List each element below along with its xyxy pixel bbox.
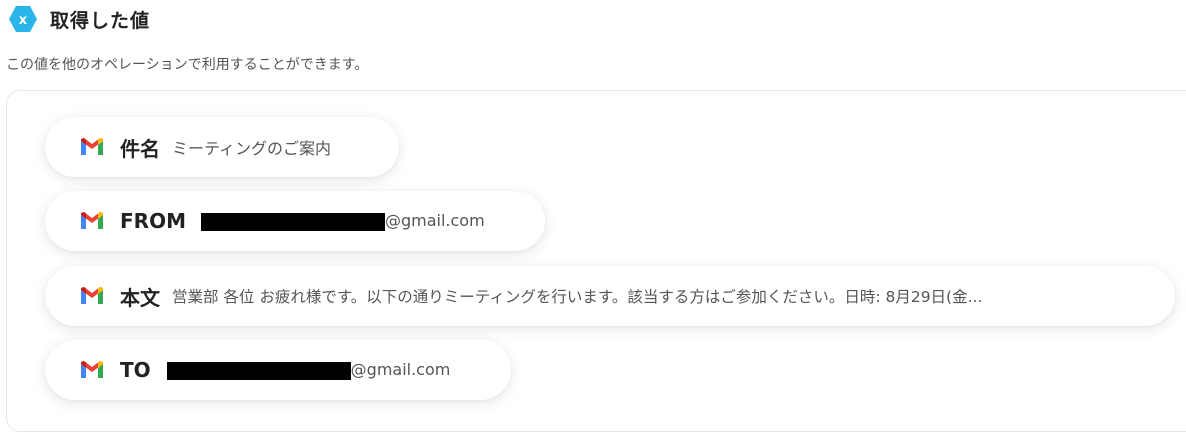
gmail-icon xyxy=(81,361,103,378)
field-body[interactable]: 本文 営業部 各位 お疲れ様です。以下の通りミーティングを行います。該当する方は… xyxy=(45,266,1175,326)
field-value: ミーティングのご案内 xyxy=(172,139,332,158)
field-key: TO xyxy=(120,358,151,382)
gmail-icon xyxy=(81,212,103,229)
redacted-email-block xyxy=(200,212,385,231)
field-key: 本文 xyxy=(120,285,160,310)
gmail-icon xyxy=(81,287,103,304)
field-value: @gmail.com xyxy=(166,360,451,380)
svg-text:x: x xyxy=(19,13,28,28)
field-to[interactable]: TO @gmail.com xyxy=(45,340,511,400)
field-key: FROM xyxy=(120,209,186,233)
field-value: 営業部 各位 お疲れ様です。以下の通りミーティングを行います。該当する方はご参加… xyxy=(172,288,983,306)
page-description: この値を他のオペレーションで利用することができます。 xyxy=(6,57,369,73)
gmail-icon xyxy=(81,138,103,155)
redacted-email-block xyxy=(166,361,351,380)
header: x 取得した値 xyxy=(8,5,150,33)
email-domain: @gmail.com xyxy=(350,360,451,380)
field-key: 件名 xyxy=(120,136,160,161)
email-domain: @gmail.com xyxy=(384,211,485,231)
field-value: @gmail.com xyxy=(200,211,485,231)
x-hexagon-icon: x xyxy=(9,6,37,32)
page-title: 取得した値 xyxy=(50,9,151,32)
field-subject[interactable]: 件名 ミーティングのご案内 xyxy=(45,117,399,177)
field-from[interactable]: FROM @gmail.com xyxy=(45,191,545,251)
